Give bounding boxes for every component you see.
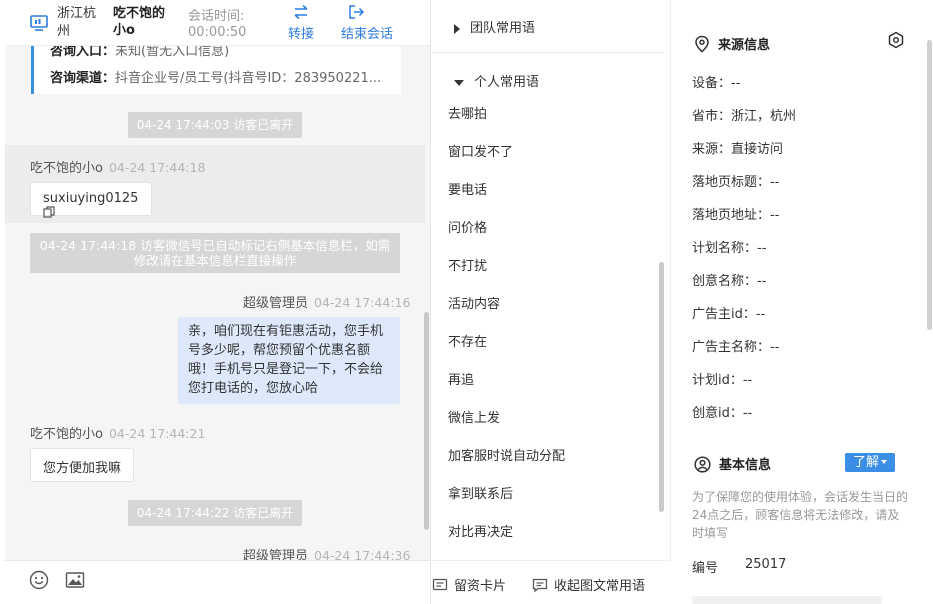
transfer-button[interactable]: 转接 (279, 3, 323, 42)
info-field-device: 设备：-- (692, 76, 741, 91)
sender-name: 吃不饱的小o (30, 161, 103, 176)
sender-name: 吃不饱的小o (30, 427, 103, 442)
phrase-item[interactable]: 微信上发 (448, 407, 500, 426)
personal-phrases-group[interactable]: 个人常用语 (454, 71, 539, 90)
message-text: suxiuying0125 (43, 191, 139, 206)
lead-card-label: 留资卡片 (454, 579, 507, 594)
chat-panel: 浙江杭州 吃不饱的小o 会话时间: 00:00:50 转接 结束会话 咨询入口：… (5, 0, 431, 604)
divider (432, 52, 665, 53)
session-time-label: 会话时间: (188, 9, 245, 24)
info-panel-scrollbar[interactable] (927, 40, 932, 330)
phrase-item[interactable]: 问价格 (448, 217, 487, 236)
section-title-text: 来源信息 (718, 38, 771, 53)
learn-more-button[interactable]: 了解 (845, 453, 895, 472)
consult-entry-key: 咨询入口： (50, 44, 116, 59)
transfer-icon (294, 4, 308, 20)
edit-notice: 为了保障您的使用体验，会话发生当日的24点之后，顾客信息将无法修改，请及时填写 (692, 490, 909, 540)
phrases-scrollbar[interactable] (659, 262, 664, 512)
system-message: 04-24 17:44:03 访客已离开 (128, 112, 302, 138)
lead-card-button[interactable]: 留资卡片 (432, 575, 506, 594)
phrase-item[interactable]: 不存在 (448, 331, 487, 350)
monitor-icon (30, 15, 48, 31)
phrase-item[interactable]: 再追 (448, 369, 474, 388)
info-field-plan-id: 计划id：-- (692, 373, 753, 388)
team-phrases-group[interactable]: 团队常用语 (454, 17, 535, 36)
system-message-box: 04-24 17:44:18 访客微信号已自动标记右侧基本信息栏，如需 修改请在… (30, 233, 400, 273)
id-label: 编号 (692, 561, 719, 576)
group-label: 个人常用语 (474, 75, 540, 90)
id-value: 25017 (745, 557, 787, 572)
image-icon[interactable] (65, 570, 85, 590)
user-circle-icon (694, 456, 711, 473)
caret-down-icon (454, 79, 464, 86)
group-label: 团队常用语 (470, 21, 536, 36)
message-time: 04-24 17:44:21 (108, 426, 206, 441)
info-field-plan-name: 计划名称：-- (692, 241, 767, 256)
message-icon (532, 578, 548, 593)
session-time-value: 00:00:50 (188, 25, 247, 40)
end-session-label: 结束会话 (341, 27, 394, 42)
message-sender: 吃不饱的小o 04-24 17:44:18 (30, 157, 205, 176)
message-time: 04-24 17:44:16 (314, 295, 411, 310)
customer-info-panel: 来源信息 设备：-- 省市：浙江，杭州 来源：直接访问 落地页标题：-- 落地页… (672, 0, 933, 604)
emoji-icon[interactable] (29, 570, 49, 590)
collapse-phrases-button[interactable]: 收起图文常用语 (532, 575, 645, 594)
phrase-item[interactable]: 对比再决定 (448, 521, 513, 540)
system-message-line: 修改请在基本信息栏直接操作 (133, 253, 297, 268)
phrase-item[interactable]: 不打扰 (448, 255, 487, 274)
phrase-item[interactable]: 活动内容 (448, 293, 500, 312)
consult-channel-row: 咨询渠道：抖音企业号/员工号(抖音号ID：283950221... (50, 67, 398, 86)
settings-icon[interactable] (887, 31, 905, 49)
info-field-source: 来源：直接访问 (692, 142, 784, 157)
info-field-advertiser-name: 广告主名称：-- (692, 340, 780, 355)
end-session-button[interactable]: 结束会话 (341, 3, 413, 42)
info-field-region: 省市：浙江，杭州 (692, 109, 797, 124)
visitor-message-bubble[interactable]: 您方便加我嘛 (30, 448, 134, 482)
learn-more-label: 了解 (852, 455, 879, 470)
chat-scrollbar[interactable] (424, 312, 429, 530)
system-message-line: 04-24 17:44:18 访客微信号已自动标记右侧基本信息栏，如需 (39, 238, 391, 253)
caret-right-icon (454, 23, 460, 34)
message-sender: 超级管理员 04-24 17:44:16 (243, 292, 410, 311)
info-field-creative-id: 创意id：-- (692, 406, 753, 421)
message-sender: 吃不饱的小o 04-24 17:44:21 (30, 423, 205, 442)
info-field-creative-name: 创意名称：-- (692, 274, 767, 289)
location-pin-icon (695, 35, 709, 53)
copy-icon[interactable] (43, 206, 55, 218)
consult-entry-value: 未知(暂无入口信息) (115, 44, 230, 59)
phrase-item[interactable]: 拿到联系后 (448, 483, 513, 502)
chat-header: 浙江杭州 吃不饱的小o 会话时间: 00:00:50 转接 结束会话 (5, 0, 430, 46)
phrases-footer: 留资卡片 收起图文常用语 (432, 560, 671, 604)
phrase-item[interactable]: 窗口发不了 (448, 141, 513, 160)
source-info-title: 来源信息 (694, 34, 770, 53)
partially-visible-field (692, 596, 882, 604)
transfer-label: 转接 (287, 27, 314, 42)
info-field-landing-url: 落地页地址：-- (692, 208, 780, 223)
phrase-item[interactable]: 去哪拍 (448, 103, 487, 122)
card-icon (432, 578, 448, 591)
section-title-text: 基本信息 (719, 458, 772, 473)
chat-input-toolbar (5, 560, 430, 604)
phrases-panel: 团队常用语 个人常用语 去哪拍 窗口发不了 要电话 问价格 不打扰 活动内容 不… (432, 0, 671, 604)
consult-channel-key: 咨询渠道： (50, 71, 116, 86)
agent-message-bubble[interactable]: 亲，咱们现在有钜惠活动，您手机号多少呢，帮您预留个优惠名额哦！手机号只是登记一下… (178, 317, 400, 404)
phrase-item[interactable]: 加客服时说自动分配 (448, 445, 565, 464)
info-field-advertiser-id: 广告主id：-- (692, 307, 766, 322)
sender-name: 超级管理员 (243, 296, 309, 311)
message-time: 04-24 17:44:18 (108, 160, 206, 175)
visitor-message-bubble[interactable]: suxiuying0125 (30, 182, 152, 218)
info-field-landing-title: 落地页标题：-- (692, 175, 780, 190)
visitor-name: 吃不饱的小o (113, 6, 166, 38)
basic-info-title: 基本信息 (694, 454, 771, 473)
consult-channel-value: 抖音企业号/员工号(抖音号ID：283950221... (115, 71, 382, 86)
visitor-location: 浙江杭州 (57, 6, 97, 39)
exit-icon (349, 5, 365, 19)
collapse-phrases-label: 收起图文常用语 (554, 579, 646, 594)
message-text: 您方便加我嘛 (43, 461, 122, 476)
caret-down-icon (881, 460, 887, 464)
system-message: 04-24 17:44:22 访客已离开 (128, 500, 302, 526)
phrase-item[interactable]: 要电话 (448, 179, 487, 198)
